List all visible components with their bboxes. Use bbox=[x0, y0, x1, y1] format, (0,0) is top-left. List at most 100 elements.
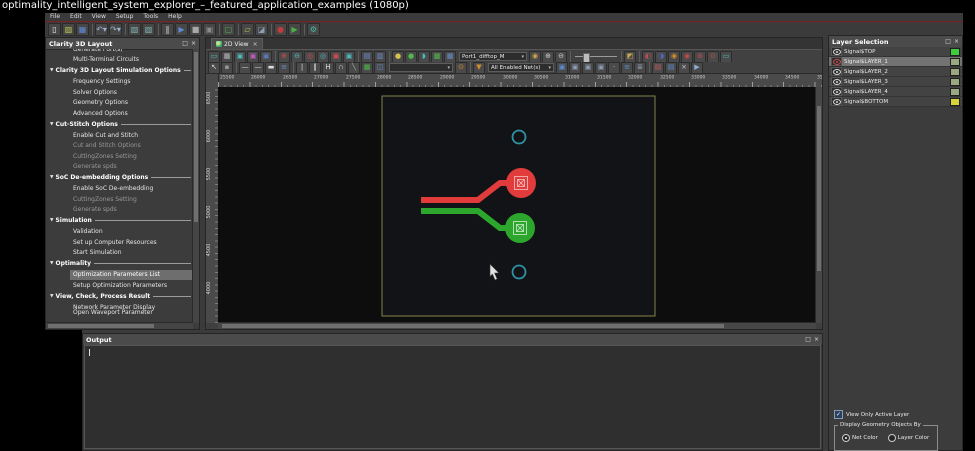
marker-blue-red-icon[interactable]: ◑ bbox=[655, 51, 667, 63]
pad-green[interactable] bbox=[505, 213, 535, 243]
menu-tools[interactable]: Tools bbox=[138, 13, 163, 21]
net-table-icon[interactable]: ▥ bbox=[374, 51, 386, 63]
float-panel-button[interactable]: □ bbox=[945, 38, 951, 45]
close-panel-button[interactable]: × bbox=[814, 336, 819, 343]
layer-color-radio[interactable] bbox=[888, 434, 896, 442]
pin-teal-icon[interactable]: ▣ bbox=[343, 51, 355, 63]
move-arrow-icon[interactable]: ▶ bbox=[691, 62, 703, 74]
line-width-medium-icon[interactable]: — bbox=[252, 62, 264, 74]
tree-item[interactable]: Set up Computer Resources bbox=[46, 237, 193, 248]
net-color-radio[interactable] bbox=[842, 434, 850, 442]
port-teal-icon[interactable]: ◎ bbox=[317, 51, 329, 63]
layer-chip3-icon[interactable]: ▣ bbox=[582, 62, 594, 74]
marker-orange-icon[interactable]: ◉ bbox=[668, 51, 680, 63]
view-only-active-layer-checkbox[interactable]: ✓ bbox=[834, 410, 843, 419]
ruler-vertical-icon[interactable]: | bbox=[296, 62, 308, 74]
align-blue-icon[interactable]: ▤ bbox=[665, 62, 677, 74]
search-dropdown[interactable]: ▾ bbox=[389, 63, 453, 72]
layer-color-swatch[interactable] bbox=[950, 88, 960, 96]
line-width-thick-icon[interactable]: ▬ bbox=[265, 62, 277, 74]
align-red-icon[interactable]: ▤ bbox=[652, 62, 664, 74]
scrollbar-thumb[interactable] bbox=[194, 52, 198, 222]
padstack-icon[interactable]: H bbox=[322, 62, 334, 74]
close-tab-icon[interactable]: × bbox=[253, 41, 258, 48]
run-icon[interactable]: ▶ bbox=[288, 23, 301, 36]
delete-icon[interactable]: × bbox=[678, 62, 690, 74]
output-console[interactable] bbox=[84, 345, 821, 449]
menu-setup[interactable]: Setup bbox=[111, 13, 138, 21]
stop-icon[interactable]: ■ bbox=[189, 23, 202, 36]
tree-item[interactable]: Optimization Parameters List bbox=[46, 270, 193, 281]
report-icon[interactable]: ▧ bbox=[142, 23, 155, 36]
scrollbar-thumb[interactable] bbox=[222, 324, 724, 328]
marker-red2-icon[interactable]: ⊛ bbox=[694, 51, 706, 63]
shape-magenta-icon[interactable]: ▣ bbox=[247, 51, 259, 63]
diagonal-line-icon[interactable]: ╲ bbox=[348, 62, 360, 74]
tree-item[interactable]: CuttingZones Setting bbox=[46, 151, 193, 162]
tree-item[interactable]: Validation bbox=[46, 227, 193, 238]
canvas-vertical-scrollbar[interactable] bbox=[815, 87, 822, 323]
tree-item[interactable]: Geometry Options bbox=[46, 98, 193, 109]
menu-help[interactable]: Help bbox=[163, 13, 187, 21]
layer-row[interactable]: Signal$LAYER_2 bbox=[829, 67, 962, 77]
check-design-icon[interactable]: ▧ bbox=[128, 23, 141, 36]
float-panel-button[interactable]: □ bbox=[805, 336, 811, 343]
copy-doc-icon[interactable]: ▱ bbox=[241, 23, 254, 36]
layer-row[interactable]: Signal$BOTTOM bbox=[829, 97, 962, 107]
port-selector-dropdown[interactable]: Port1_difftop_M▾ bbox=[459, 52, 527, 61]
layout-canvas[interactable] bbox=[218, 87, 816, 323]
select-box-icon[interactable]: ▭ bbox=[720, 51, 732, 63]
tree-section[interactable]: ▼View, Check, Process Result bbox=[46, 291, 193, 303]
tree-section[interactable]: ▼Clarity 3D Layout Simulation Options bbox=[46, 65, 193, 77]
paint-teal-icon[interactable]: ◗ bbox=[418, 51, 430, 63]
list-dense-icon[interactable]: ≣ bbox=[634, 62, 646, 74]
grid-green-icon[interactable]: ▦ bbox=[361, 62, 373, 74]
search-icon[interactable]: ⊙ bbox=[455, 62, 467, 74]
layer-row[interactable]: Signal$TOP bbox=[829, 47, 962, 57]
open-folder-icon[interactable]: ▨ bbox=[62, 23, 75, 36]
tree-item[interactable]: Generate spds bbox=[46, 162, 193, 173]
layer-row[interactable]: Signal$LAYER_4 bbox=[829, 87, 962, 97]
visibility-toggle[interactable] bbox=[831, 47, 842, 56]
scrollbar-thumb[interactable] bbox=[817, 106, 821, 271]
layer-color-option[interactable]: Layer Color bbox=[888, 434, 929, 442]
record-icon[interactable]: ▣ bbox=[203, 23, 216, 36]
remove-port-icon[interactable]: ⊖ bbox=[291, 51, 303, 63]
net-view-icon[interactable]: ▤ bbox=[361, 51, 373, 63]
layer-row[interactable]: Signal$LAYER_3 bbox=[829, 77, 962, 87]
layer-color-swatch[interactable] bbox=[950, 68, 960, 76]
tree-vertical-scrollbar[interactable] bbox=[192, 49, 199, 323]
tab-2d-view[interactable]: 2D View × bbox=[211, 38, 263, 49]
undo-icon[interactable]: ↶▾ bbox=[95, 23, 108, 36]
tree-section[interactable]: ▼Cut-Stitch Options bbox=[46, 119, 193, 131]
tree-item[interactable]: Enable Cut and Stitch bbox=[46, 130, 193, 141]
tree-item[interactable]: Generate spds bbox=[46, 205, 193, 216]
net-color-option[interactable]: Net Color bbox=[842, 434, 878, 442]
marker-red-icon[interactable]: ◉ bbox=[681, 51, 693, 63]
shape-blue-icon[interactable]: ▣ bbox=[260, 51, 272, 63]
chip-green-icon[interactable]: ▩ bbox=[431, 51, 443, 63]
menu-view[interactable]: View bbox=[87, 13, 111, 21]
pad-red[interactable] bbox=[506, 168, 536, 198]
tree-section[interactable]: ▼SoC De-embedding Options bbox=[46, 172, 193, 184]
pointer-icon[interactable]: ↖ bbox=[208, 62, 220, 74]
layer-color-swatch[interactable] bbox=[950, 48, 960, 56]
layer-chip4-icon[interactable]: ▣ bbox=[595, 62, 607, 74]
tree-section[interactable]: ▼Simulation bbox=[46, 215, 193, 227]
tree-item[interactable]: Open Waveport Parameter bbox=[46, 308, 193, 319]
record-dot-icon[interactable]: ● bbox=[274, 23, 287, 36]
tree-item[interactable]: Multi-Terminal Circuits bbox=[46, 55, 193, 66]
visibility-toggle[interactable] bbox=[831, 57, 842, 66]
filter-icon[interactable]: ▼ bbox=[473, 62, 485, 74]
tree-item[interactable]: Solver Options bbox=[46, 87, 193, 98]
tree-item[interactable]: Advanced Options bbox=[46, 108, 193, 119]
scrollbar-thumb[interactable] bbox=[48, 324, 154, 328]
close-panel-button[interactable]: × bbox=[954, 38, 959, 45]
layer-color-swatch[interactable] bbox=[950, 78, 960, 86]
paint-green-icon[interactable]: ● bbox=[405, 51, 417, 63]
redo-icon[interactable]: ↷▾ bbox=[109, 23, 122, 36]
visibility-toggle[interactable] bbox=[831, 97, 842, 106]
close-panel-button[interactable]: × bbox=[191, 40, 196, 47]
zoom-out-icon[interactable]: ⊖ bbox=[555, 51, 567, 63]
settings-gear-icon[interactable]: ⚙ bbox=[307, 23, 320, 36]
